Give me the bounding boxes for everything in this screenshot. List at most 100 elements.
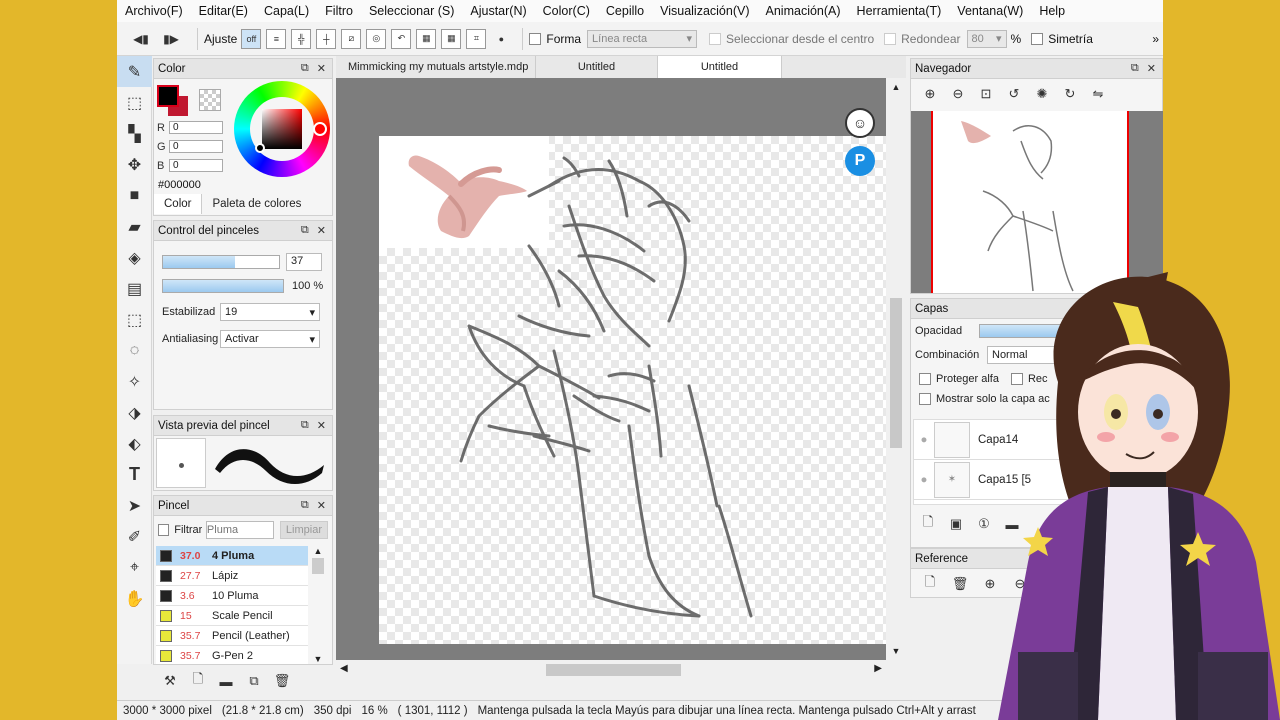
float-icon[interactable]: ⧉ <box>301 62 309 75</box>
saturation-square[interactable] <box>262 109 302 149</box>
close-icon[interactable]: ✕ <box>317 419 326 432</box>
new-reference-icon[interactable]: 🗋 <box>919 573 941 595</box>
snap-diagonal-icon[interactable]: ⧄ <box>341 28 362 49</box>
vertical-scroll-thumb[interactable] <box>890 298 902 448</box>
operation-tool-icon[interactable]: ➤ <box>117 490 152 521</box>
snap-vanish-icon[interactable]: ⌗ <box>466 28 487 49</box>
float-icon[interactable]: ⧉ <box>1131 62 1139 75</box>
brush-settings-icon[interactable]: ⚒ <box>159 670 181 692</box>
protect-alpha-checkbox[interactable] <box>919 373 931 385</box>
clear-button[interactable]: Limpiar <box>279 521 328 539</box>
redondear-checkbox[interactable] <box>884 32 897 45</box>
saturation-marker[interactable] <box>255 143 265 153</box>
eye-icon[interactable]: ● <box>914 474 934 486</box>
opacity-slider[interactable] <box>162 279 284 293</box>
snap-curve-icon[interactable]: ↶ <box>391 28 412 49</box>
select-eraser-tool-icon[interactable]: ⬖ <box>117 428 152 459</box>
r-input[interactable]: 0 <box>169 121 223 134</box>
transparent-color-swatch[interactable] <box>199 89 221 111</box>
hue-marker[interactable] <box>313 122 327 136</box>
rotate-right-icon[interactable]: ↻ <box>1059 83 1081 105</box>
g-input[interactable]: 0 <box>169 140 223 153</box>
menu-herramienta[interactable]: Herramienta(T) <box>857 4 942 18</box>
select-pen-tool-icon[interactable]: ⬗ <box>117 397 152 428</box>
tab-color[interactable]: Color <box>154 194 203 214</box>
redondear-select[interactable]: 80 ▾ <box>966 29 1007 48</box>
snap-cross-icon[interactable]: ┼ <box>316 28 337 49</box>
canvas-horizontal-scrollbar[interactable]: ◀ ▶ <box>336 660 906 680</box>
snap-parallel-icon[interactable]: ≡ <box>266 28 287 49</box>
eyedropper-tool-icon[interactable]: ⌖ <box>117 552 152 583</box>
menu-ventana[interactable]: Ventana(W) <box>957 4 1023 18</box>
menu-seleccionar[interactable]: Seleccionar (S) <box>369 4 454 18</box>
move-tool-icon[interactable]: ✥ <box>117 149 152 180</box>
float-icon[interactable]: ⧉ <box>301 224 309 237</box>
menu-archivo[interactable]: Archivo(F) <box>125 4 183 18</box>
magic-wand-tool-icon[interactable]: ✧ <box>117 366 152 397</box>
canvas-vertical-scrollbar[interactable]: ▲ ▼ <box>886 78 906 660</box>
snap-concentric-icon[interactable]: ◎ <box>366 28 387 49</box>
menu-editar[interactable]: Editar(E) <box>199 4 248 18</box>
antialias-select[interactable]: Activar ▾ <box>220 330 320 348</box>
menu-capa[interactable]: Capa(L) <box>264 4 309 18</box>
scroll-down-icon[interactable]: ▼ <box>310 654 326 664</box>
rect-fill-tool-icon[interactable]: ■ <box>117 180 152 211</box>
toolbar-overflow-icon[interactable]: » <box>1152 32 1159 46</box>
next-icon[interactable]: ▮▶ <box>161 32 181 46</box>
new-halftone-layer-icon[interactable]: ▣ <box>945 513 967 535</box>
stabilizer-select[interactable]: 19 ▾ <box>220 303 320 321</box>
simetria-checkbox[interactable] <box>1031 32 1044 45</box>
hand-tool-icon[interactable]: ✋ <box>117 583 152 614</box>
scroll-up-icon[interactable]: ▲ <box>310 546 326 556</box>
close-icon[interactable]: ✕ <box>317 499 326 512</box>
size-input[interactable]: 37 <box>286 253 322 271</box>
brush-item[interactable]: 35.7 Pencil (Leather) <box>156 626 308 646</box>
brush-item[interactable]: 15 Scale Pencil <box>156 606 308 626</box>
menu-animacion[interactable]: Animación(A) <box>766 4 841 18</box>
gradient-tool-icon[interactable]: ▤ <box>117 273 152 304</box>
pixiv-icon[interactable]: P <box>845 146 875 176</box>
dot-tool-icon[interactable]: ▚ <box>117 118 152 149</box>
rotate-left-icon[interactable]: ↺ <box>1003 83 1025 105</box>
foreground-color-swatch[interactable] <box>157 85 179 107</box>
close-icon[interactable]: ✕ <box>1147 62 1156 75</box>
scroll-thumb[interactable] <box>312 558 324 574</box>
filter-checkbox[interactable] <box>158 524 170 536</box>
zoom-in-icon[interactable]: ⊕ <box>919 83 941 105</box>
snap-perspective-icon[interactable]: ▦ <box>416 28 437 49</box>
scroll-left-icon[interactable]: ◀ <box>340 663 348 674</box>
divide-tool-icon[interactable]: ✐ <box>117 521 152 552</box>
menu-ajustar[interactable]: Ajustar(N) <box>470 4 526 18</box>
prev-icon[interactable]: ◀▮ <box>131 32 151 46</box>
folder-icon[interactable]: ▬ <box>215 670 237 692</box>
duplicate-icon[interactable]: ⧉ <box>243 670 265 692</box>
brush-list-scrollbar[interactable]: ▲ ▼ <box>310 546 326 664</box>
delete-icon[interactable]: 🗑 <box>271 670 293 692</box>
bucket-tool-icon[interactable]: ◈ <box>117 242 152 273</box>
gradient-brush-tool-icon[interactable]: ▰ <box>117 211 152 242</box>
float-icon[interactable]: ⧉ <box>301 499 309 512</box>
forma-select[interactable]: Línea recta ▾ <box>587 29 698 48</box>
lasso-tool-icon[interactable]: ◌ <box>117 335 152 366</box>
snap-grid2-icon[interactable]: ▦ <box>441 28 462 49</box>
close-icon[interactable]: ✕ <box>317 224 326 237</box>
show-only-checkbox[interactable] <box>919 393 931 405</box>
ajuste-toggle[interactable]: off <box>241 28 262 49</box>
snap-point-icon[interactable]: ● <box>491 29 511 49</box>
b-input[interactable]: 0 <box>169 159 223 172</box>
zoom-out-icon[interactable]: ⊖ <box>947 83 969 105</box>
select-center-checkbox[interactable] <box>709 32 722 45</box>
tab-palette[interactable]: Paleta de colores <box>202 194 311 214</box>
zoom-fit-icon[interactable]: ⊡ <box>975 83 997 105</box>
flip-icon[interactable]: ⇋ <box>1087 83 1109 105</box>
eye-icon[interactable]: ● <box>914 434 934 446</box>
color-wheel[interactable] <box>234 81 330 177</box>
menu-filtro[interactable]: Filtro <box>325 4 353 18</box>
size-slider[interactable] <box>162 255 280 269</box>
new-layer-icon[interactable]: 🗋 <box>917 513 939 535</box>
float-icon[interactable]: ⧉ <box>301 419 309 432</box>
snap-grid-icon[interactable]: ╬ <box>291 28 312 49</box>
menu-help[interactable]: Help <box>1039 4 1065 18</box>
rotate-reset-icon[interactable]: ✺ <box>1031 83 1053 105</box>
close-icon[interactable]: ✕ <box>317 62 326 75</box>
